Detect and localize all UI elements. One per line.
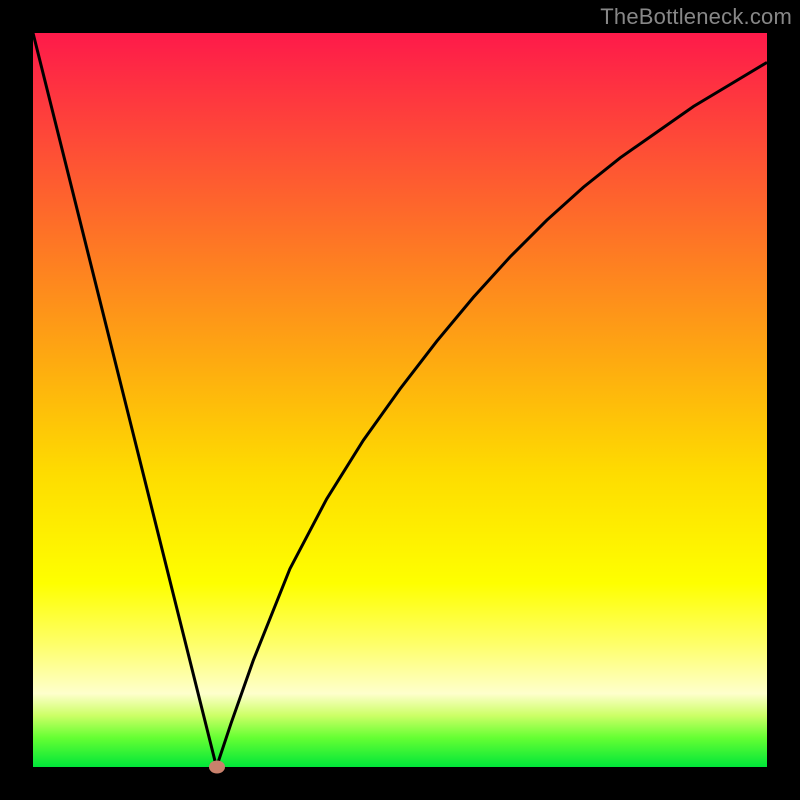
watermark-text: TheBottleneck.com <box>600 4 792 30</box>
minimum-marker <box>209 761 225 774</box>
plot-area <box>33 33 767 767</box>
curve-svg <box>33 33 767 767</box>
chart-frame: TheBottleneck.com <box>0 0 800 800</box>
bottleneck-curve-path <box>33 33 767 767</box>
